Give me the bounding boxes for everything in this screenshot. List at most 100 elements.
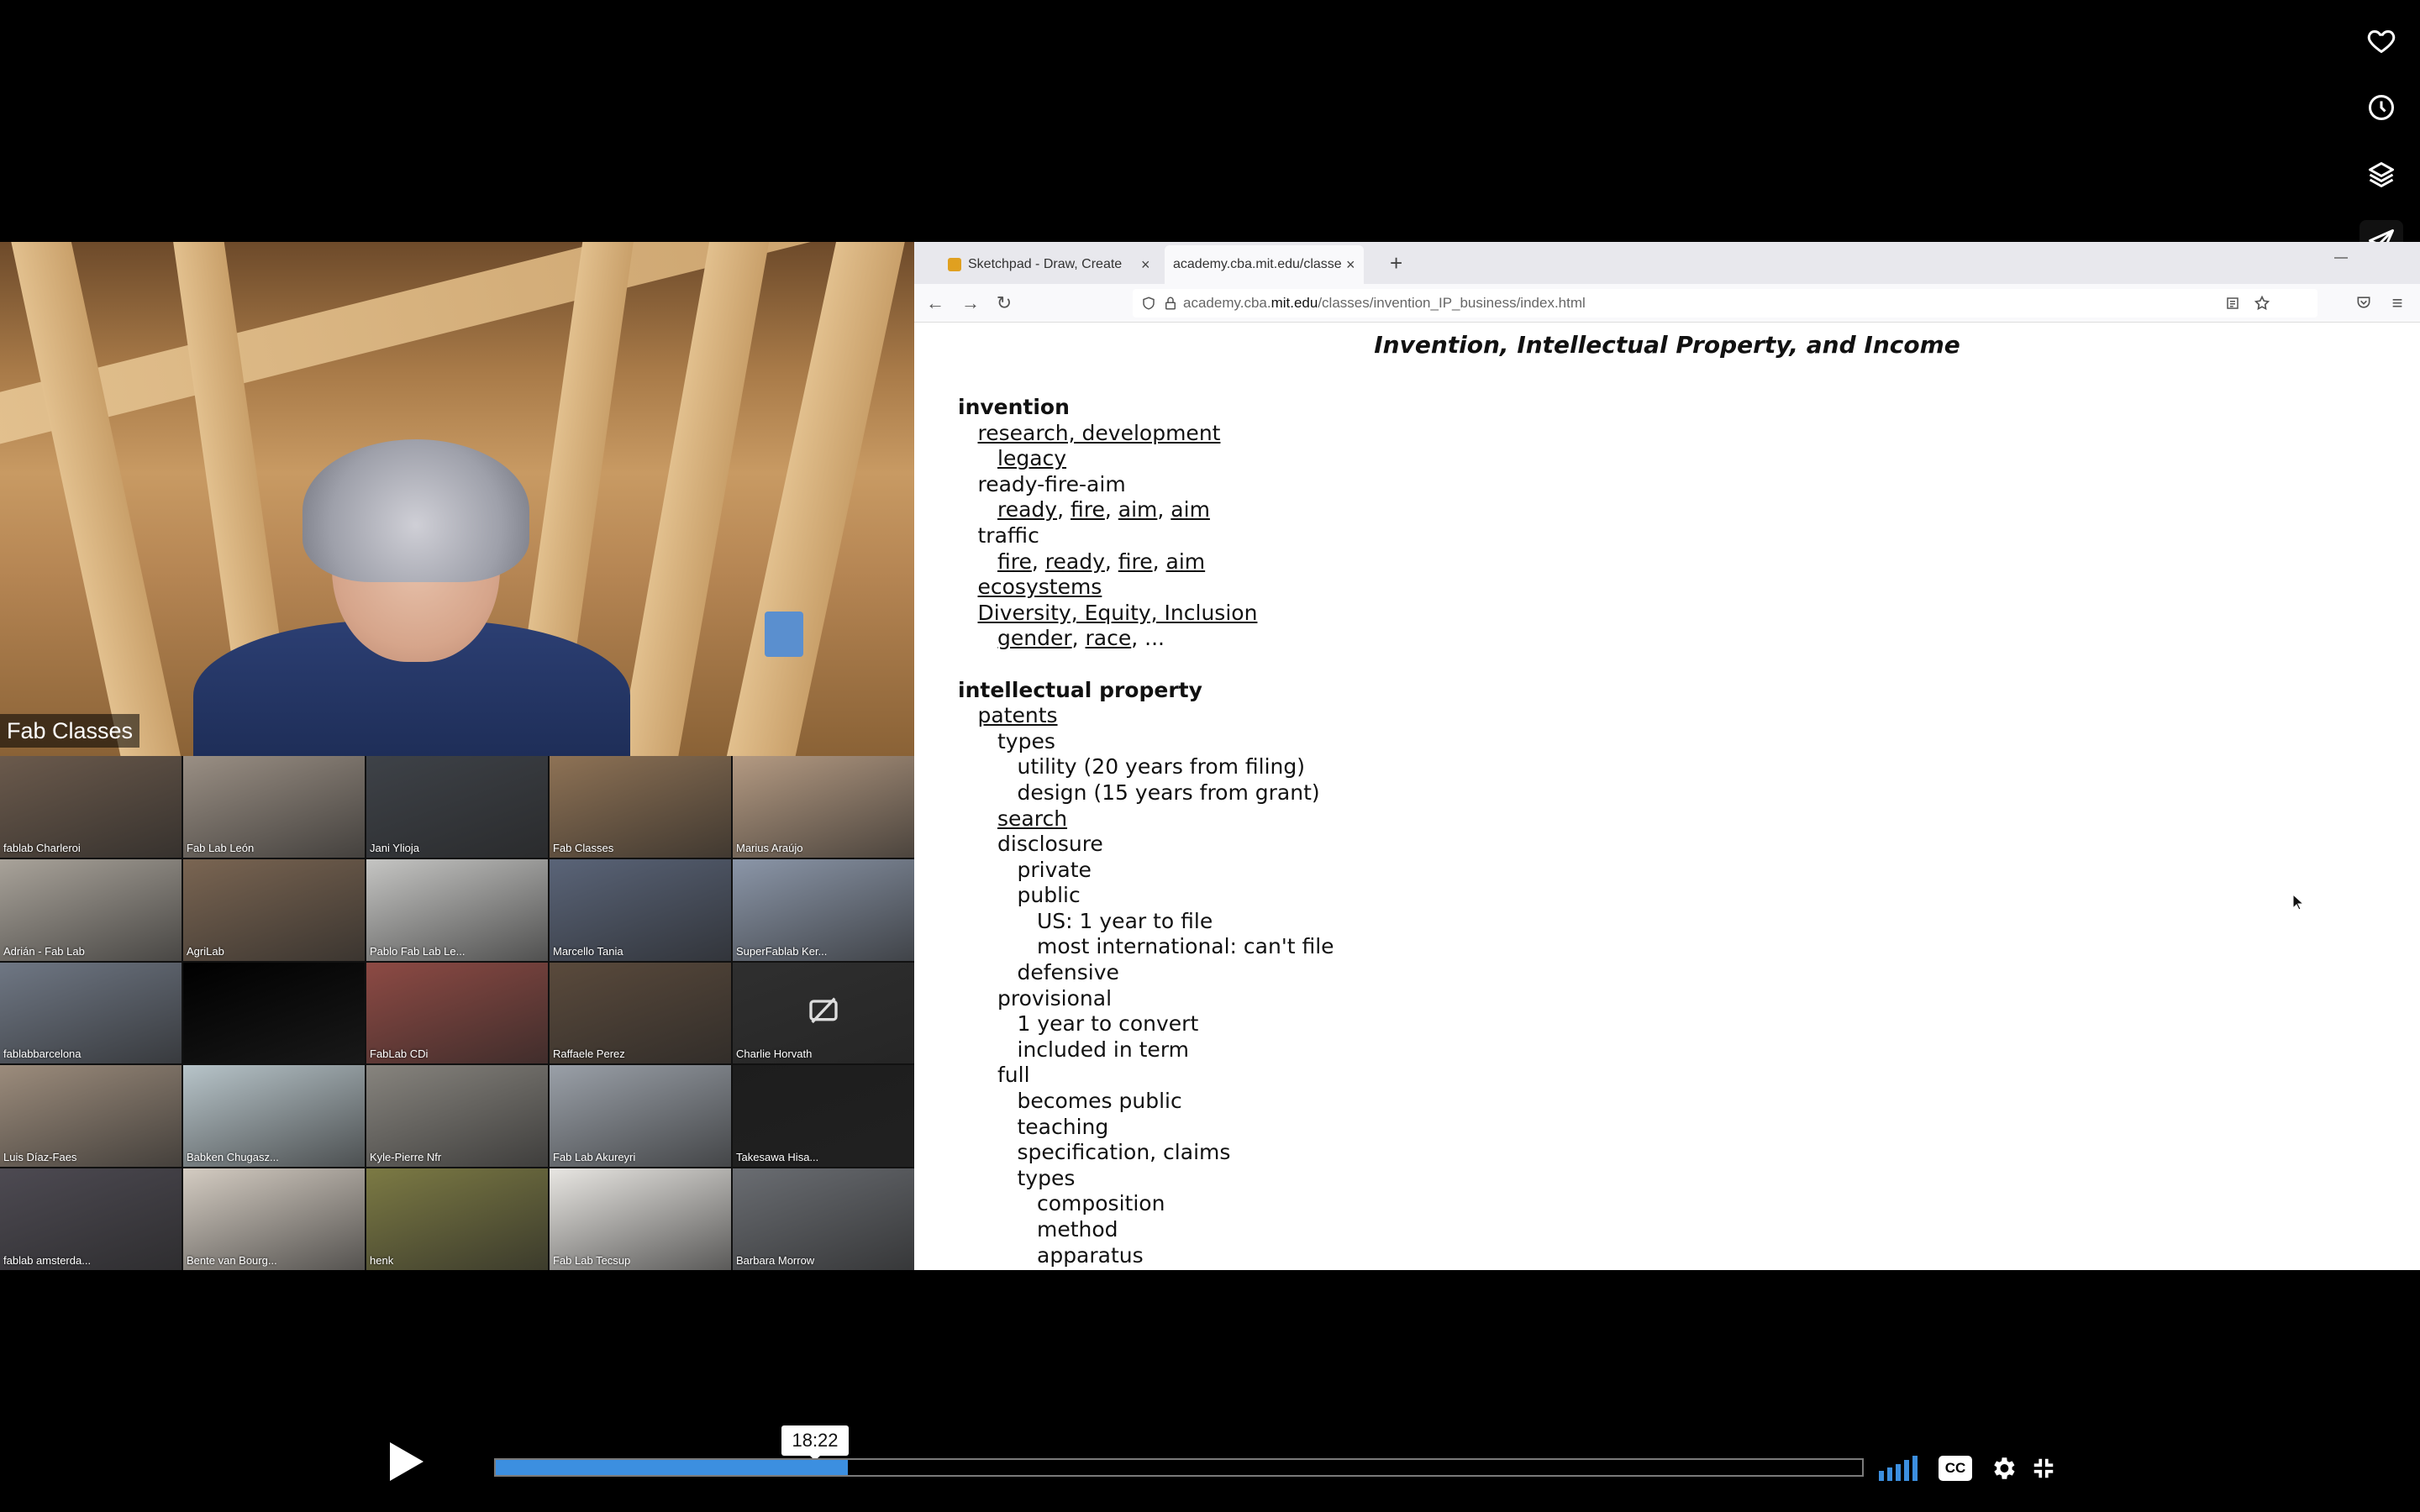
outline-item: specification, claims [958, 1140, 1334, 1166]
outline-link[interactable]: ready [997, 497, 1057, 522]
exit-fullscreen-icon[interactable] [2027, 1452, 2060, 1485]
outline-item [958, 652, 1334, 678]
participant-tile[interactable]: Charlie Horvath [733, 962, 914, 1064]
participant-tile[interactable]: AgriLab [183, 858, 365, 961]
progress-bar[interactable] [494, 1458, 1864, 1477]
participant-tile[interactable]: FabLab CDi [366, 962, 548, 1064]
outline-text: private [1017, 857, 1092, 882]
outline-link[interactable]: search [997, 806, 1067, 831]
sketchpad-favicon-icon [948, 258, 961, 271]
outline-link[interactable]: Diversity, Equity, Inclusion [978, 601, 1258, 625]
zoom-gallery: Fab Classes fablab Charleroi Fab Lab León… [0, 242, 914, 1270]
lock-icon[interactable] [1163, 296, 1178, 311]
participant-tile[interactable] [183, 962, 365, 1064]
participant-name: Fab Lab Tecsup [553, 1254, 631, 1267]
camera-off-icon [809, 997, 838, 1024]
new-tab-icon[interactable]: + [1390, 250, 1402, 276]
participant-tile[interactable]: Adrián - Fab Lab [0, 858, 182, 961]
participant-name: Bente van Bourg... [187, 1254, 277, 1267]
outline-link[interactable]: aim [1166, 549, 1206, 574]
participant-tile[interactable]: Marius Araújo [733, 756, 914, 858]
outline-link[interactable]: fire [997, 549, 1032, 574]
outline-text: , [1157, 497, 1171, 522]
outline-text: most international: can't file [1037, 934, 1334, 959]
outline-link[interactable]: patents [978, 703, 1058, 727]
speaker-name-label: Fab Classes [0, 714, 140, 748]
navigation-bar: ← → ↻ academy.cba.mit.edu/classes/invent… [914, 284, 2420, 323]
captions-button[interactable]: CC [1938, 1452, 1973, 1485]
outline-text: becomes public [1017, 1089, 1182, 1114]
participant-name: SuperFablab Ker... [736, 944, 828, 958]
outline-link[interactable]: aim [1171, 497, 1210, 522]
layers-icon[interactable] [2360, 153, 2403, 197]
url-bar[interactable]: academy.cba.mit.edu/classes/invention_IP… [1133, 289, 2317, 318]
participant-name: fablabbarcelona [3, 1047, 82, 1061]
participant-name: Kyle-Pierre Nfr [370, 1151, 442, 1164]
participant-tile[interactable]: Pablo Fab Lab Le... [366, 858, 548, 961]
reader-view-icon[interactable] [2225, 296, 2240, 311]
close-tab-icon[interactable]: × [1346, 256, 1355, 274]
quality-bars-icon[interactable] [1879, 1452, 1921, 1485]
clock-icon[interactable] [2360, 86, 2403, 129]
participant-tile[interactable]: SuperFablab Ker... [733, 858, 914, 961]
shield-icon[interactable] [1141, 296, 1156, 311]
participant-tile[interactable]: henk [366, 1168, 548, 1270]
back-icon[interactable]: ← [923, 291, 948, 316]
outline-link[interactable]: ecosystems [978, 575, 1102, 599]
outline-text: teaching [1017, 1114, 1109, 1139]
tab-label: Sketchpad - Draw, Create [968, 257, 1123, 271]
outline-item: legacy [958, 446, 1334, 472]
outline-item: types [958, 1166, 1334, 1192]
outline-item: research, development [958, 421, 1334, 447]
minimize-icon[interactable] [2334, 257, 2348, 259]
participant-name: Fab Lab Akureyri [553, 1151, 636, 1164]
close-tab-icon[interactable]: × [1141, 256, 1150, 274]
section-heading: intellectual property [958, 678, 1334, 704]
outline-link[interactable]: gender [997, 626, 1072, 650]
pocket-icon[interactable] [2355, 294, 2372, 311]
participant-tile[interactable]: Fab Lab Akureyri [550, 1065, 731, 1168]
participant-tile[interactable]: Kyle-Pierre Nfr [366, 1065, 548, 1168]
outline-text: defensive [1017, 960, 1119, 985]
outline-link[interactable]: fire [1071, 497, 1105, 522]
participant-tile[interactable]: Marcello Tania [550, 858, 731, 961]
settings-gear-icon[interactable] [1986, 1452, 2020, 1485]
heart-icon[interactable] [2360, 18, 2403, 62]
outline-text: , [1071, 626, 1086, 651]
outline-item: search [958, 806, 1334, 832]
outline-item: ecosystems [958, 575, 1334, 601]
outline-link[interactable]: fire [1118, 549, 1153, 574]
menu-icon[interactable]: ≡ [2385, 291, 2410, 316]
bookmark-star-icon[interactable] [2254, 295, 2270, 312]
outline-text: , [1152, 549, 1166, 574]
outline-text: ready-fire-aim [977, 471, 1126, 496]
tab-academy[interactable]: academy.cba.mit.edu/classe × [1165, 245, 1364, 284]
reload-icon[interactable]: ↻ [992, 291, 1017, 316]
participant-name: Charlie Horvath [736, 1047, 813, 1061]
forward-icon[interactable]: → [958, 291, 983, 316]
outline-link[interactable]: ready [1045, 549, 1105, 574]
play-button[interactable] [387, 1441, 425, 1483]
participant-tile[interactable]: Takesawa Hisa... [733, 1065, 914, 1168]
outline-link[interactable]: legacy [997, 446, 1066, 470]
outline-link[interactable]: research, development [978, 421, 1221, 445]
participant-tile[interactable]: Babken Chugasz... [183, 1065, 365, 1168]
participant-tile[interactable]: fablab Charleroi [0, 756, 182, 858]
participant-tile[interactable]: Fab Lab Tecsup [550, 1168, 731, 1270]
participant-tile[interactable]: Raffaele Perez [550, 962, 731, 1064]
participant-tile[interactable]: Fab Lab León [183, 756, 365, 858]
outline-link[interactable]: race [1086, 626, 1132, 650]
outline-link[interactable]: aim [1118, 497, 1158, 522]
video-player[interactable]: Fab Classes fablab Charleroi Fab Lab León… [0, 0, 2420, 1512]
participant-tile[interactable]: Jani Ylioja [366, 756, 548, 858]
participant-tile[interactable]: fablab amsterda... [0, 1168, 182, 1270]
outline-text: provisional [997, 985, 1113, 1011]
participant-tile[interactable]: Bente van Bourg... [183, 1168, 365, 1270]
tab-sketchpad[interactable]: Sketchpad - Draw, Create × [939, 245, 1159, 284]
participant-tile[interactable]: Luis Díaz-Faes [0, 1065, 182, 1168]
participant-tile[interactable]: Fab Classes [550, 756, 731, 858]
outline-item: provisional [958, 986, 1334, 1012]
participant-tile[interactable]: Barbara Morrow [733, 1168, 914, 1270]
outline-item: teaching [958, 1115, 1334, 1141]
participant-tile[interactable]: fablabbarcelona [0, 962, 182, 1064]
